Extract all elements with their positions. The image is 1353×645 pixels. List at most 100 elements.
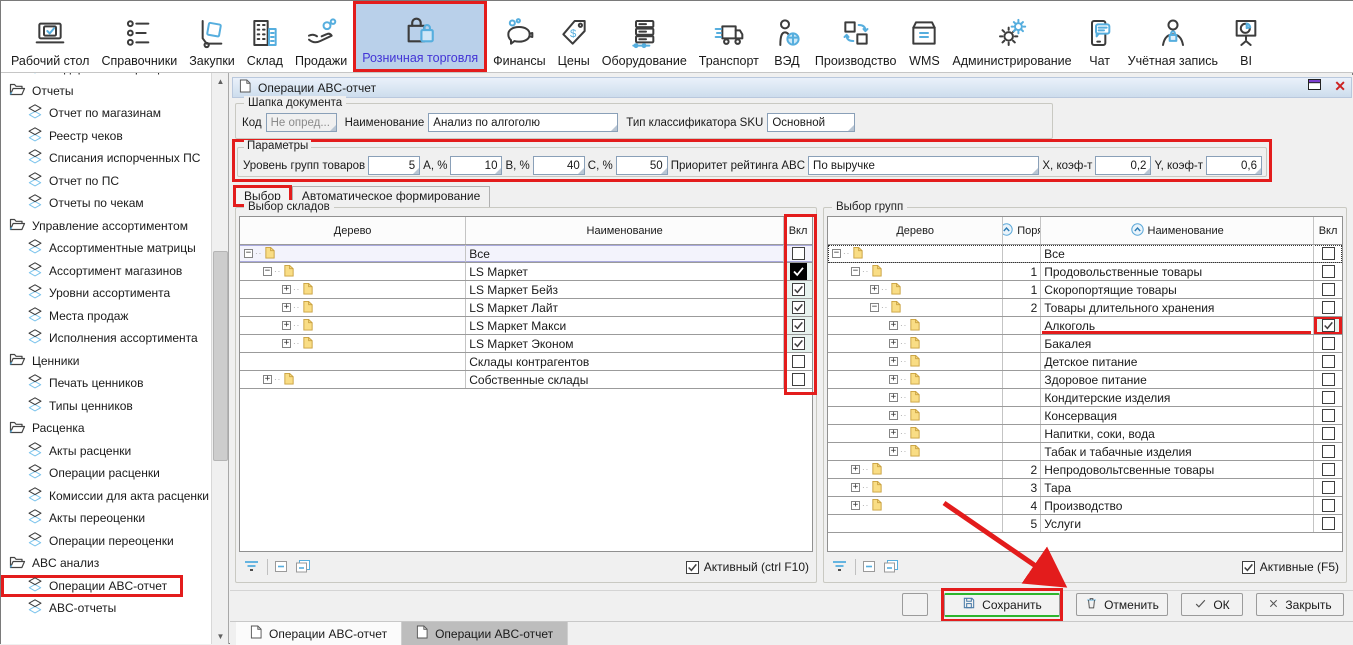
toolbar-item-directories[interactable]: Справочники: [95, 1, 183, 72]
checkbox-cell[interactable]: [1314, 299, 1342, 316]
sidebar-item[interactable]: Ценники: [1, 350, 211, 373]
toolbar-item-retail[interactable]: Розничная торговля: [353, 1, 487, 72]
row-checkbox[interactable]: [1322, 463, 1335, 476]
sidebar-item[interactable]: Операции переоценки: [1, 530, 211, 553]
row-checkbox[interactable]: [792, 373, 805, 386]
tree-cell[interactable]: −··: [240, 263, 466, 280]
tree-cell[interactable]: +··: [828, 317, 1003, 334]
expand-plus-icon[interactable]: +: [282, 303, 291, 312]
expand-plus-icon[interactable]: +: [889, 447, 898, 456]
table-row[interactable]: +··4Производство: [828, 497, 1342, 515]
table-row[interactable]: −··Все: [828, 245, 1342, 263]
row-checkbox[interactable]: [1322, 481, 1335, 494]
b-field[interactable]: 40: [533, 156, 585, 175]
table-row[interactable]: +··Алкоголь: [828, 317, 1342, 335]
sidebar-item[interactable]: Комиссии для акта расценки: [1, 485, 211, 508]
code-field[interactable]: Не опред...: [266, 113, 337, 132]
row-checkbox[interactable]: [790, 263, 807, 280]
tree-cell[interactable]: +··: [240, 281, 466, 298]
tree-cell[interactable]: +··: [828, 371, 1003, 388]
column-header[interactable]: Наименование: [466, 217, 784, 244]
column-header[interactable]: Вкл: [1314, 217, 1342, 244]
toolbar-item-admin[interactable]: Администрирование: [946, 1, 1077, 72]
table-row[interactable]: +··Консервация: [828, 407, 1342, 425]
sidebar-item[interactable]: ABC-отчеты: [1, 597, 211, 620]
column-header[interactable]: Наименование: [1041, 217, 1314, 244]
checkbox-cell[interactable]: [1314, 425, 1342, 442]
table-row[interactable]: +··LS Маркет Эконом: [240, 335, 812, 353]
checkbox-cell[interactable]: [784, 281, 812, 298]
table-row[interactable]: −··Все: [240, 245, 812, 263]
checkbox-cell[interactable]: [1314, 335, 1342, 352]
tree-cell[interactable]: +··: [240, 299, 466, 316]
collapse-minus-icon[interactable]: −: [263, 267, 272, 276]
row-checkbox[interactable]: [792, 301, 805, 314]
restore-window-icon[interactable]: [1307, 78, 1322, 94]
expand-plus-icon[interactable]: +: [889, 393, 898, 402]
expand-plus-icon[interactable]: +: [889, 375, 898, 384]
checkbox-cell[interactable]: [1314, 515, 1342, 532]
collapse-minus-icon[interactable]: −: [832, 249, 841, 258]
sidebar-item[interactable]: ABC анализ: [1, 552, 211, 575]
toolbar-item-bi[interactable]: BI: [1224, 1, 1268, 72]
checkbox-cell[interactable]: [1314, 479, 1342, 496]
expand-plus-icon[interactable]: +: [851, 501, 860, 510]
toolbar-item-ved[interactable]: ВЭД: [765, 1, 809, 72]
priority-field[interactable]: По выручке: [808, 156, 1039, 175]
sidebar-scrollbar[interactable]: ▲ ▼: [211, 73, 228, 644]
checkbox-cell[interactable]: [1314, 371, 1342, 388]
table-row[interactable]: +··1Скоропортящие товары: [828, 281, 1342, 299]
tree-cell[interactable]: +··: [828, 425, 1003, 442]
sidebar-item[interactable]: Отчет по магазинам: [1, 102, 211, 125]
sidebar-item[interactable]: Акты расценки: [1, 440, 211, 463]
table-row[interactable]: +··LS Маркет Лайт: [240, 299, 812, 317]
collapse-all-icon[interactable]: [295, 559, 311, 576]
row-checkbox[interactable]: [792, 247, 805, 260]
sidebar-item[interactable]: Списания испорченных ПС: [1, 147, 211, 170]
collapse-minus-icon[interactable]: −: [870, 303, 879, 312]
filter-icon[interactable]: [831, 559, 849, 576]
sidebar-item[interactable]: Печать ценников: [1, 372, 211, 395]
column-header[interactable]: Вкл: [784, 217, 812, 244]
expand-plus-icon[interactable]: +: [870, 285, 879, 294]
checkbox-cell[interactable]: [1314, 461, 1342, 478]
table-row[interactable]: +··Табак и табачные изделия: [828, 443, 1342, 461]
close-window-icon[interactable]: ✕: [1334, 79, 1346, 93]
toolbar-item-production[interactable]: Производство: [809, 1, 903, 72]
checkbox-cell[interactable]: [784, 263, 812, 280]
row-checkbox[interactable]: [1322, 499, 1335, 512]
tree-cell[interactable]: [240, 353, 466, 370]
refresh-button[interactable]: [902, 593, 928, 616]
toolbar-item-warehouse[interactable]: Склад: [241, 1, 289, 72]
checkbox-cell[interactable]: [1314, 407, 1342, 424]
expand-plus-icon[interactable]: +: [889, 411, 898, 420]
expand-plus-icon[interactable]: +: [851, 465, 860, 474]
checkbox-cell[interactable]: [1314, 317, 1342, 334]
tree-cell[interactable]: [828, 515, 1003, 532]
checkbox-cell[interactable]: [1314, 389, 1342, 406]
sidebar-item[interactable]: Отчет по ПС: [1, 170, 211, 193]
toolbar-item-sales[interactable]: Продажи: [289, 1, 353, 72]
active-checkbox[interactable]: Активные (F5): [1242, 560, 1339, 574]
row-checkbox[interactable]: [792, 283, 805, 296]
active-checkbox[interactable]: Активный (ctrl F10): [686, 560, 809, 574]
row-checkbox[interactable]: [1322, 517, 1335, 530]
row-checkbox[interactable]: [792, 319, 805, 332]
expand-plus-icon[interactable]: +: [282, 339, 291, 348]
sidebar-item[interactable]: Ассортиментные матрицы: [1, 237, 211, 260]
row-checkbox[interactable]: [1322, 247, 1335, 260]
sidebar-item[interactable]: Места продаж: [1, 305, 211, 328]
table-row[interactable]: +··Бакалея: [828, 335, 1342, 353]
scroll-down-icon[interactable]: ▼: [213, 628, 228, 644]
sidebar-item[interactable]: Типы ценников: [1, 395, 211, 418]
level-field[interactable]: 5: [368, 156, 420, 175]
collapse-icon[interactable]: [862, 559, 877, 576]
checkbox-cell[interactable]: [1314, 497, 1342, 514]
table-row[interactable]: +··LS Маркет Бейз: [240, 281, 812, 299]
tree-cell[interactable]: +··: [240, 371, 466, 388]
collapse-icon[interactable]: [274, 559, 289, 576]
row-checkbox[interactable]: [792, 355, 805, 368]
checkbox-cell[interactable]: [1314, 263, 1342, 280]
scroll-up-icon[interactable]: ▲: [213, 73, 228, 89]
table-row[interactable]: 5Услуги: [828, 515, 1342, 533]
